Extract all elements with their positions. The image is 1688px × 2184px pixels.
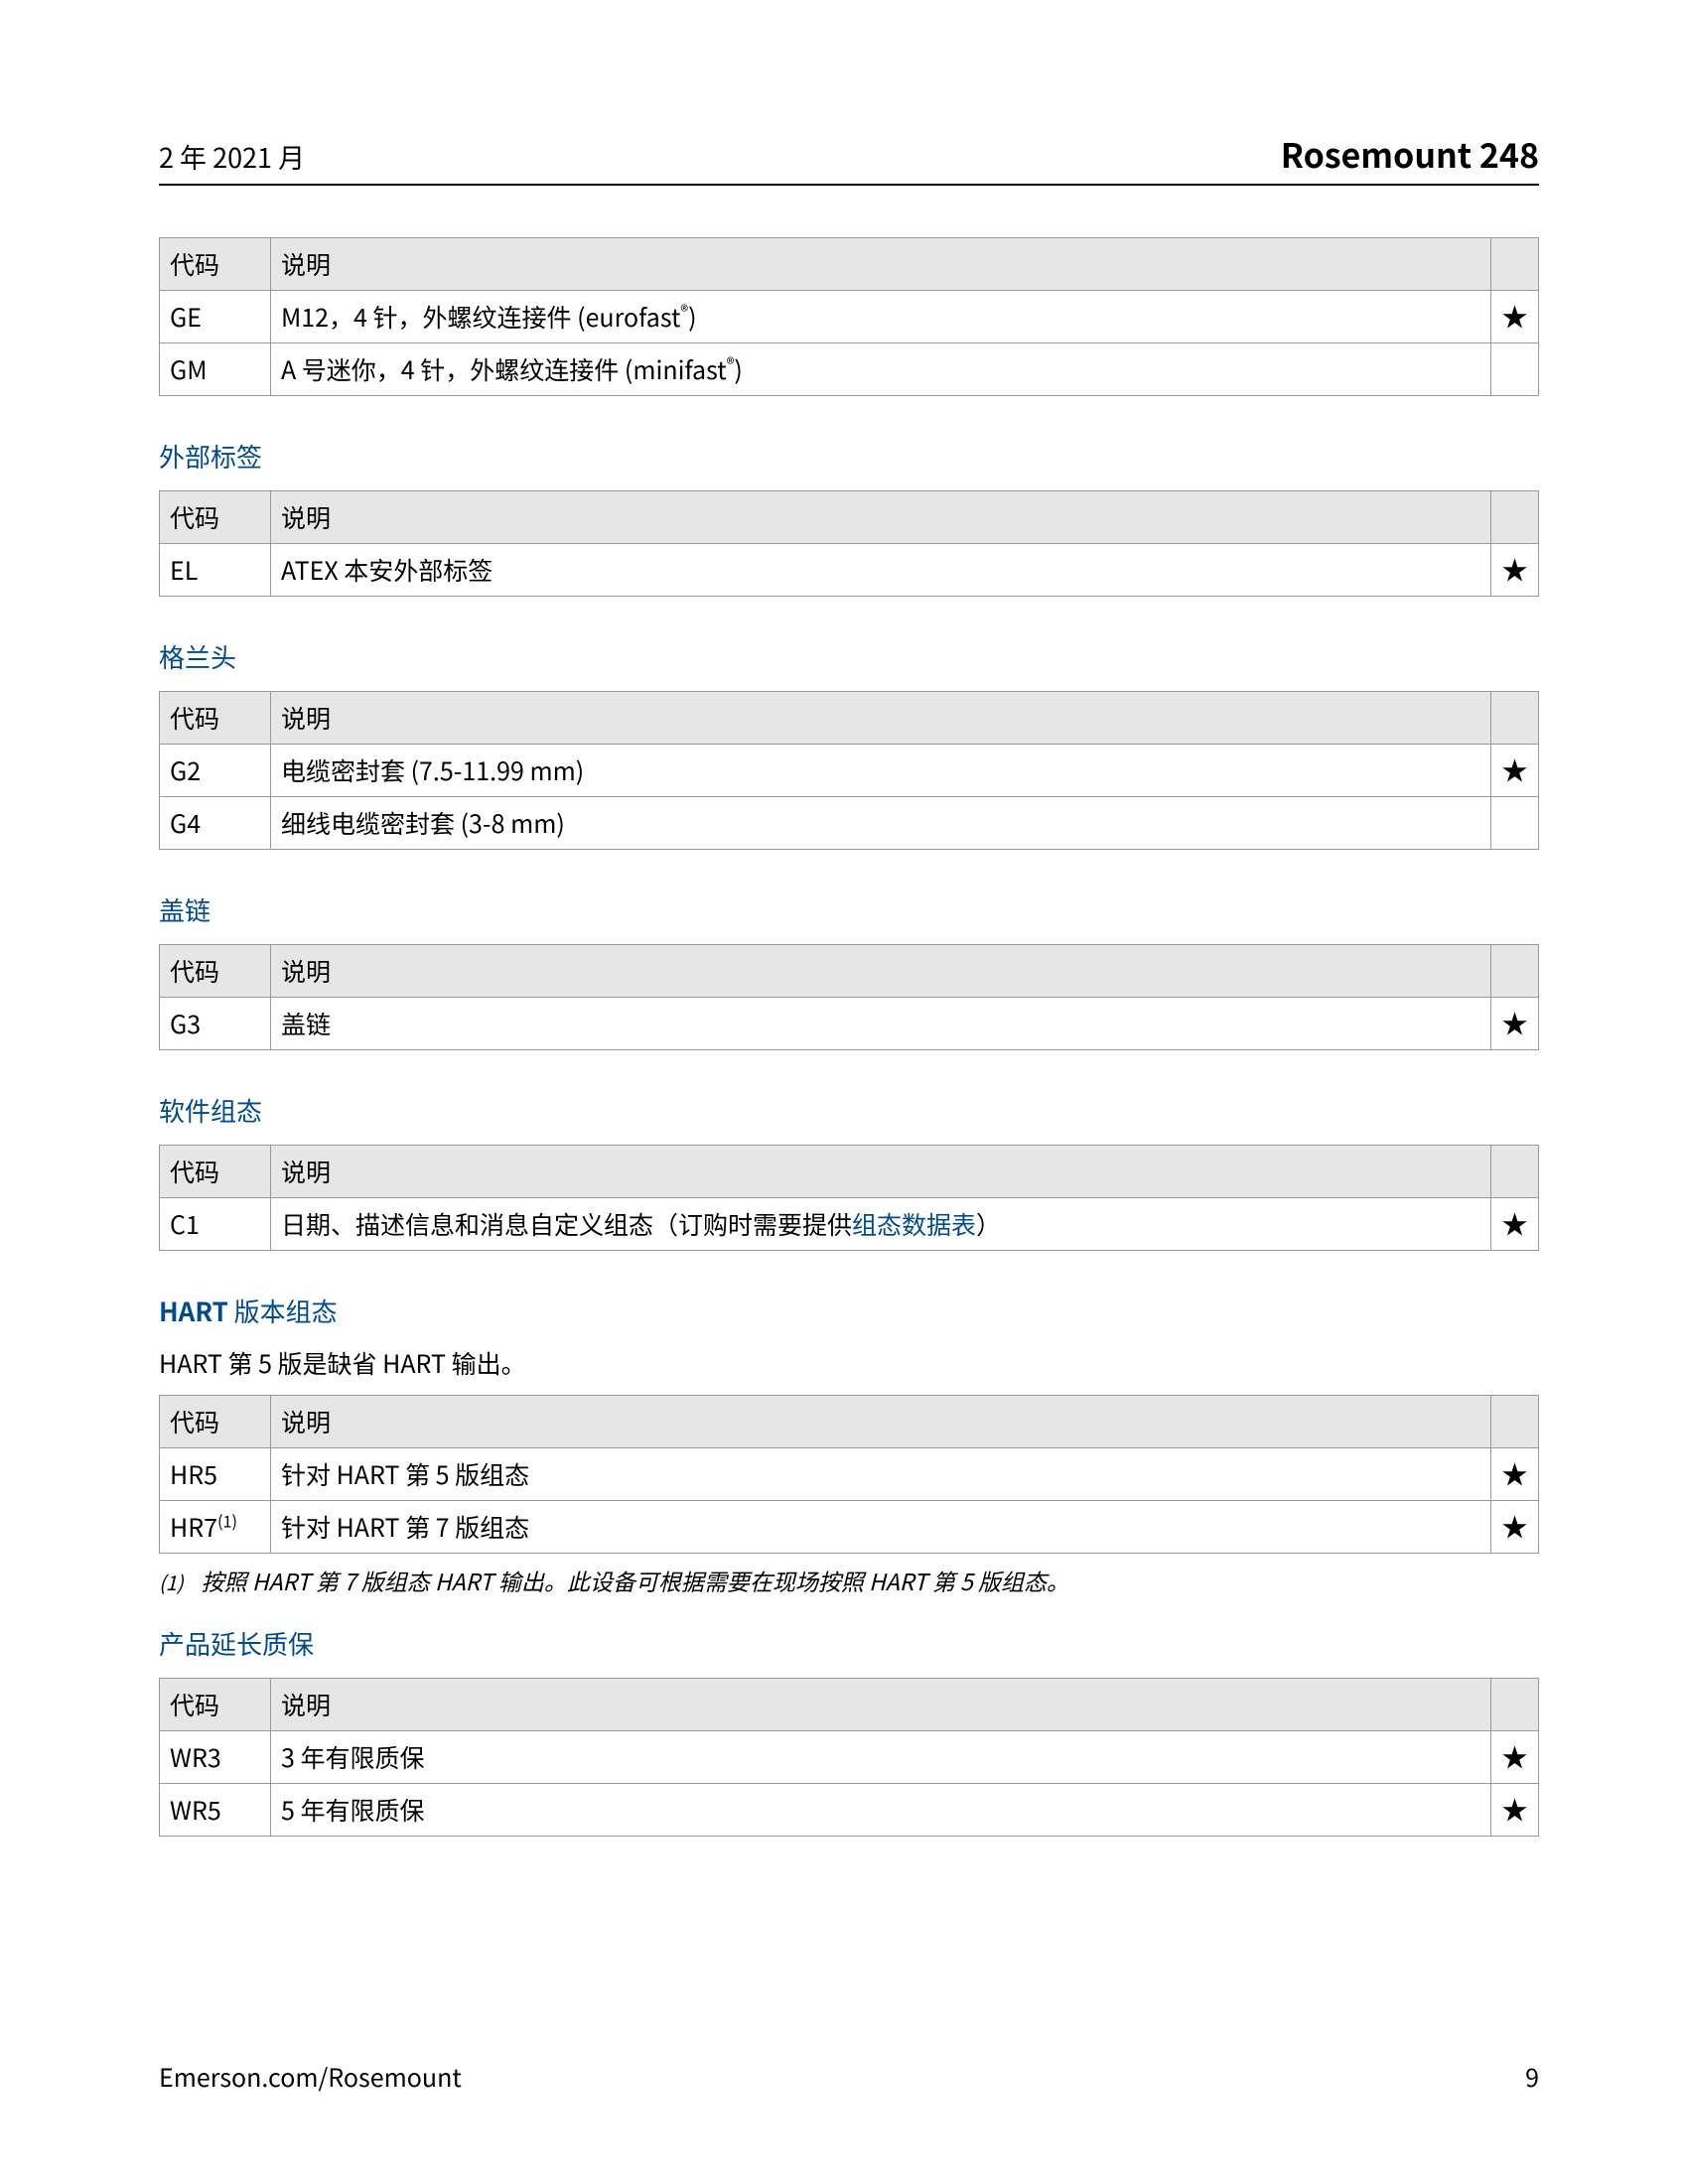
table-connectors: 代码 说明 GE M12，4 针，外螺纹连接件 (eurofast®) ★ GM… xyxy=(159,237,1539,396)
cell-desc: 电缆密封套 (7.5-11.99 mm) xyxy=(271,745,1491,797)
header-product: Rosemount 248 xyxy=(1281,129,1539,178)
cell-star: ★ xyxy=(1491,745,1539,797)
cell-star xyxy=(1491,343,1539,396)
table-row: HR7(1) 针对 HART 第 7 版组态 ★ xyxy=(160,1501,1539,1554)
section-heading-cover-chain: 盖链 xyxy=(159,891,1539,928)
cell-star: ★ xyxy=(1491,1198,1539,1251)
table-hart: 代码 说明 HR5 针对 HART 第 5 版组态 ★ HR7(1) 针对 HA… xyxy=(159,1395,1539,1554)
hart-heading-bold: HART xyxy=(159,1293,228,1329)
col-header-code: 代码 xyxy=(160,945,271,998)
footnote-index: (1) xyxy=(159,1568,184,1596)
cell-code: GE xyxy=(160,291,271,343)
table-gland: 代码 说明 G2 电缆密封套 (7.5-11.99 mm) ★ G4 细线电缆密… xyxy=(159,691,1539,850)
col-header-desc: 说明 xyxy=(271,491,1491,544)
table-row: HR5 针对 HART 第 5 版组态 ★ xyxy=(160,1448,1539,1501)
cell-desc: 针对 HART 第 5 版组态 xyxy=(271,1448,1491,1501)
section-heading-software: 软件组态 xyxy=(159,1092,1539,1129)
cell-desc: 细线电缆密封套 (3-8 mm) xyxy=(271,797,1491,850)
cell-code: G3 xyxy=(160,998,271,1050)
cell-code: HR7(1) xyxy=(160,1501,271,1554)
page-number: 9 xyxy=(1525,2059,1539,2095)
cell-desc: 盖链 xyxy=(271,998,1491,1050)
page-footer: Emerson.com/Rosemount 9 xyxy=(159,2059,1539,2095)
table-row: GE M12，4 针，外螺纹连接件 (eurofast®) ★ xyxy=(160,291,1539,343)
section-heading-gland: 格兰头 xyxy=(159,638,1539,675)
col-header-desc: 说明 xyxy=(271,1679,1491,1731)
col-header-star xyxy=(1491,1146,1539,1198)
col-header-star xyxy=(1491,491,1539,544)
cell-desc: 针对 HART 第 7 版组态 xyxy=(271,1501,1491,1554)
section-heading-external-label: 外部标签 xyxy=(159,438,1539,475)
cell-star: ★ xyxy=(1491,291,1539,343)
col-header-desc: 说明 xyxy=(271,692,1491,745)
section-heading-warranty: 产品延长质保 xyxy=(159,1625,1539,1662)
hart-heading-rest: 版本组态 xyxy=(228,1293,338,1329)
cell-desc: A 号迷你，4 针，外螺纹连接件 (minifast®) xyxy=(271,343,1491,396)
col-header-star xyxy=(1491,1396,1539,1448)
footnote-text: 按照 HART 第 7 版组态 HART 输出。此设备可根据需要在现场按照 HA… xyxy=(202,1564,1069,1597)
cell-star: ★ xyxy=(1491,998,1539,1050)
cell-star: ★ xyxy=(1491,1784,1539,1837)
cell-desc: 日期、描述信息和消息自定义组态（订购时需要提供组态数据表） xyxy=(271,1198,1491,1251)
page-header: 2 年 2021 月 Rosemount 248 xyxy=(159,129,1539,186)
table-row: C1 日期、描述信息和消息自定义组态（订购时需要提供组态数据表） ★ xyxy=(160,1198,1539,1251)
col-header-desc: 说明 xyxy=(271,1396,1491,1448)
col-header-star xyxy=(1491,1679,1539,1731)
col-header-star xyxy=(1491,692,1539,745)
table-warranty: 代码 说明 WR3 3 年有限质保 ★ WR5 5 年有限质保 ★ xyxy=(159,1678,1539,1837)
table-row: WR3 3 年有限质保 ★ xyxy=(160,1731,1539,1784)
hart-subnote: HART 第 5 版是缺省 HART 输出。 xyxy=(159,1345,1539,1381)
table-row: WR5 5 年有限质保 ★ xyxy=(160,1784,1539,1837)
cell-star xyxy=(1491,797,1539,850)
table-cover-chain: 代码 说明 G3 盖链 ★ xyxy=(159,944,1539,1050)
col-header-desc: 说明 xyxy=(271,238,1491,291)
col-header-code: 代码 xyxy=(160,1146,271,1198)
table-row: EL ATEX 本安外部标签 ★ xyxy=(160,544,1539,597)
table-row: G4 细线电缆密封套 (3-8 mm) xyxy=(160,797,1539,850)
cell-desc: 5 年有限质保 xyxy=(271,1784,1491,1837)
table-row: G2 电缆密封套 (7.5-11.99 mm) ★ xyxy=(160,745,1539,797)
table-software: 代码 说明 C1 日期、描述信息和消息自定义组态（订购时需要提供组态数据表） ★ xyxy=(159,1145,1539,1251)
col-header-code: 代码 xyxy=(160,692,271,745)
cell-code: HR5 xyxy=(160,1448,271,1501)
cell-star: ★ xyxy=(1491,1448,1539,1501)
cell-star: ★ xyxy=(1491,1501,1539,1554)
cell-desc: 3 年有限质保 xyxy=(271,1731,1491,1784)
cell-code: WR3 xyxy=(160,1731,271,1784)
col-header-star xyxy=(1491,238,1539,291)
cell-code: G2 xyxy=(160,745,271,797)
col-header-desc: 说明 xyxy=(271,1146,1491,1198)
cell-star: ★ xyxy=(1491,544,1539,597)
col-header-code: 代码 xyxy=(160,491,271,544)
cell-star: ★ xyxy=(1491,1731,1539,1784)
table-row: GM A 号迷你，4 针，外螺纹连接件 (minifast®) xyxy=(160,343,1539,396)
cell-desc: M12，4 针，外螺纹连接件 (eurofast®) xyxy=(271,291,1491,343)
cell-code: C1 xyxy=(160,1198,271,1251)
cell-code: EL xyxy=(160,544,271,597)
cell-code: GM xyxy=(160,343,271,396)
footer-link: Emerson.com/Rosemount xyxy=(159,2059,462,2095)
cell-desc: ATEX 本安外部标签 xyxy=(271,544,1491,597)
col-header-code: 代码 xyxy=(160,1679,271,1731)
col-header-star xyxy=(1491,945,1539,998)
section-heading-hart: HART 版本组态 xyxy=(159,1293,1539,1329)
header-date: 2 年 2021 月 xyxy=(159,137,305,176)
table-row: G3 盖链 ★ xyxy=(160,998,1539,1050)
col-header-code: 代码 xyxy=(160,238,271,291)
hart-footnote: (1) 按照 HART 第 7 版组态 HART 输出。此设备可根据需要在现场按照… xyxy=(159,1564,1539,1597)
cell-code: G4 xyxy=(160,797,271,850)
cell-code: WR5 xyxy=(160,1784,271,1837)
config-datasheet-link[interactable]: 组态数据表 xyxy=(852,1206,976,1242)
col-header-desc: 说明 xyxy=(271,945,1491,998)
table-external-label: 代码 说明 EL ATEX 本安外部标签 ★ xyxy=(159,490,1539,597)
col-header-code: 代码 xyxy=(160,1396,271,1448)
